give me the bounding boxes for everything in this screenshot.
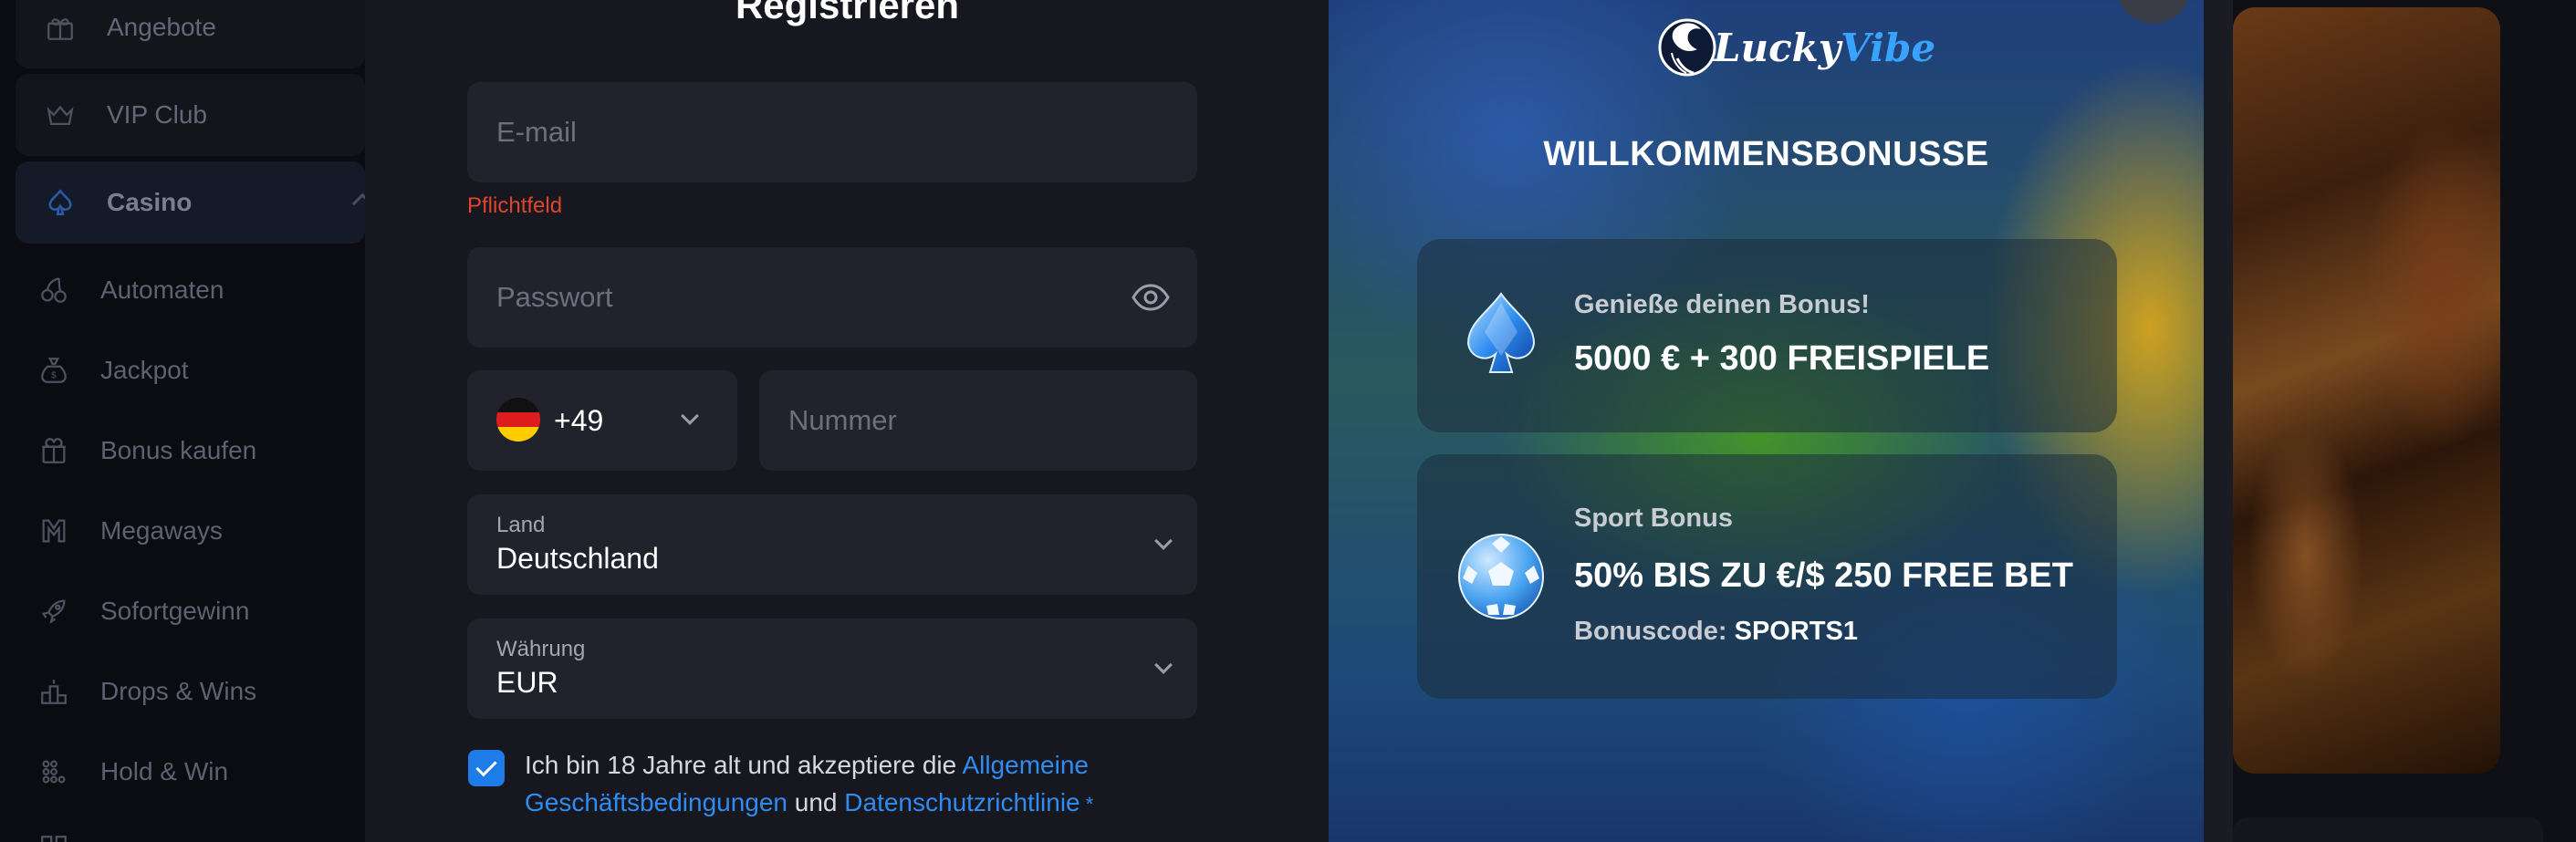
country-select[interactable]: Land Deutschland [467,494,1197,595]
logo-text-blue: Vibe [1841,25,1936,70]
country-label: Land [496,513,546,537]
phone-number-input[interactable]: Nummer [759,370,1197,471]
sidebar-item-megaways[interactable]: Megaways [37,504,223,558]
currency-select[interactable]: Währung EUR [467,619,1197,719]
terms-text-between: und [787,788,845,816]
password-field[interactable]: Passwort [467,247,1197,348]
grid-dots-icon [37,754,71,789]
required-mark: * [1079,793,1094,816]
phone-placeholder: Nummer [788,404,897,436]
chevron-down-icon [1154,532,1173,550]
email-placeholder: E-mail [496,116,577,148]
privacy-link[interactable]: Datenschutzrichtlinie [844,788,1079,816]
sidebar: Angebote VIP Club Casino Automaten $ Jac… [0,0,370,842]
currency-label: Währung [496,637,586,661]
bonus-card-amount: 50% BIS ZU €/$ 250 FREE BET [1574,556,2073,595]
currency-value: EUR [496,666,558,699]
sidebar-item-jackpot[interactable]: $ Jackpot [37,343,189,398]
sidebar-item-label: Sofortgewinn [100,597,250,625]
chevron-down-icon [681,407,699,425]
soccer-ball-icon [1458,534,1544,619]
sidebar-item-drops-wins[interactable]: Drops & Wins [37,664,256,719]
spade-icon [43,185,78,220]
sidebar-item-label: Automaten [100,275,224,304]
bonus-card-subtitle: Genieße deinen Bonus! [1574,290,1870,319]
chevron-down-icon [1154,656,1173,674]
sidebar-item-automaten[interactable]: Automaten [37,263,224,317]
modal-edge [2204,0,2233,842]
megaways-icon [37,514,71,548]
sidebar-item-hold-win[interactable]: Hold & Win [37,744,228,799]
sidebar-item-label: Bonus kaufen [100,436,257,464]
sidebar-item-next[interactable] [37,821,100,842]
rocket-icon [37,594,71,629]
sidebar-item-angebote[interactable]: Angebote [16,0,365,68]
logo-text-white: Lucky [1714,25,1841,70]
close-button[interactable] [2119,0,2188,24]
bonus-card-amount: 5000 € + 300 FREISPIELE [1574,339,1990,378]
bonus-panel: LuckyVibe WILLKOMMENSBONUSSE Genieße dei… [1329,0,2204,842]
phone-code: +49 [554,404,604,437]
grid-icon [37,831,71,842]
sidebar-item-casino[interactable]: Casino [16,161,370,244]
gift-icon [43,10,78,45]
sidebar-item-label: VIP Club [107,100,207,129]
sidebar-item-label: Angebote [107,13,216,41]
terms-checkbox[interactable] [468,750,505,786]
gift-box-icon [37,433,71,468]
bonus-code: Bonuscode: SPORTS1 [1574,617,1858,647]
registration-form: Registrieren E-mail Pflichtfeld Passwort… [365,0,1330,842]
bonus-heading: WILLKOMMENSBONUSSE [1543,135,1989,173]
germany-flag-icon [496,398,540,442]
bonus-code-label: Bonuscode: [1574,617,1735,646]
bonus-card-sport: Sport Bonus 50% BIS ZU €/$ 250 FREE BET … [1417,454,2117,699]
sidebar-item-label: Jackpot [100,356,189,384]
sidebar-item-label: Hold & Win [100,757,229,785]
spade-gem-icon [1466,292,1536,373]
sidebar-item-bonus-kaufen[interactable]: Bonus kaufen [37,423,256,478]
background-game-image [2233,7,2500,774]
cherries-icon [37,273,71,307]
email-field[interactable]: E-mail [467,82,1197,182]
logo-icon [1658,18,1716,77]
page-title: Registrieren [735,0,960,26]
country-value: Deutschland [496,542,659,575]
email-error: Pflichtfeld [467,193,563,218]
sidebar-item-label: Casino [107,188,193,216]
eye-icon[interactable] [1132,280,1170,315]
svg-text:$: $ [51,371,57,381]
sidebar-item-vip-club[interactable]: VIP Club [16,74,365,156]
terms-text: Ich bin 18 Jahre alt und akzeptiere die … [525,746,1218,823]
background-card [2233,817,2543,842]
crown-icon [43,98,78,132]
bonus-card-casino: Genieße deinen Bonus! 5000 € + 300 FREIS… [1417,239,2117,432]
podium-icon [37,674,71,709]
sidebar-item-label: Megaways [100,516,223,545]
sidebar-item-sofortgewinn[interactable]: Sofortgewinn [37,584,249,639]
phone-country-select[interactable]: +49 [467,370,737,471]
terms-text-before: Ich bin 18 Jahre alt und akzeptiere die [525,751,963,779]
logo-text: LuckyVibe [1714,26,1935,70]
money-bag-icon: $ [37,353,71,388]
logo: LuckyVibe [1657,11,1935,84]
bonus-code-value: SPORTS1 [1734,617,1858,646]
bonus-card-subtitle: Sport Bonus [1574,504,1733,533]
sidebar-item-label: Drops & Wins [100,677,257,705]
password-placeholder: Passwort [496,281,613,313]
